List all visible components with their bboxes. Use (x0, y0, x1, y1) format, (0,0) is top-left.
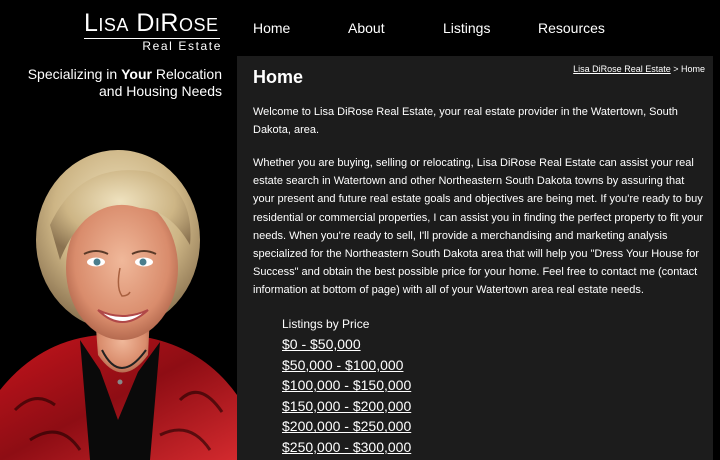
price-range-link[interactable]: $100,000 - $150,000 (282, 375, 582, 396)
breadcrumb-separator: > (670, 64, 681, 74)
tagline-prefix: Specializing in (27, 66, 122, 82)
page-title: Home (253, 67, 304, 87)
nav-listings[interactable]: Listings (443, 20, 490, 36)
agent-portrait (0, 150, 237, 460)
tagline-suffix: Relocation (151, 66, 222, 82)
price-range-link[interactable]: $50,000 - $100,000 (282, 355, 582, 376)
nav-about[interactable]: About (348, 20, 385, 36)
site-logo[interactable]: Lisa DiRose Real Estate (84, 10, 224, 54)
tagline: Specializing in Your Relocation and Hous… (22, 66, 222, 100)
price-range-link[interactable]: $0 - $50,000 (282, 334, 582, 355)
logo-name: Lisa DiRose (84, 9, 219, 37)
main-content: Home Lisa DiRose Real Estate > Home Welc… (237, 56, 713, 460)
breadcrumb: Lisa DiRose Real Estate > Home (573, 64, 705, 74)
listings-title: Listings by Price (282, 317, 370, 331)
logo-subtitle: Real Estate (142, 39, 222, 53)
agent-portrait-image (0, 150, 237, 460)
listings-by-price: Listings by Price $0 - $50,000 $50,000 -… (282, 316, 582, 458)
price-range-link[interactable]: $150,000 - $200,000 (282, 396, 582, 417)
tagline-emphasis: Your (121, 66, 152, 82)
nav-home[interactable]: Home (253, 20, 290, 36)
breadcrumb-home-link[interactable]: Lisa DiRose Real Estate (573, 64, 671, 74)
price-range-link[interactable]: $250,000 - $300,000 (282, 437, 582, 458)
intro-paragraph: Welcome to Lisa DiRose Real Estate, your… (253, 106, 678, 137)
price-range-link[interactable]: $200,000 - $250,000 (282, 416, 582, 437)
tagline-line-2: and Housing Needs (99, 83, 222, 99)
nav-resources[interactable]: Resources (538, 20, 605, 36)
tagline-line-1: Specializing in Your Relocation (22, 66, 222, 83)
breadcrumb-current: Home (680, 64, 705, 74)
services-paragraph: Whether you are buying, selling or reloc… (253, 157, 703, 297)
